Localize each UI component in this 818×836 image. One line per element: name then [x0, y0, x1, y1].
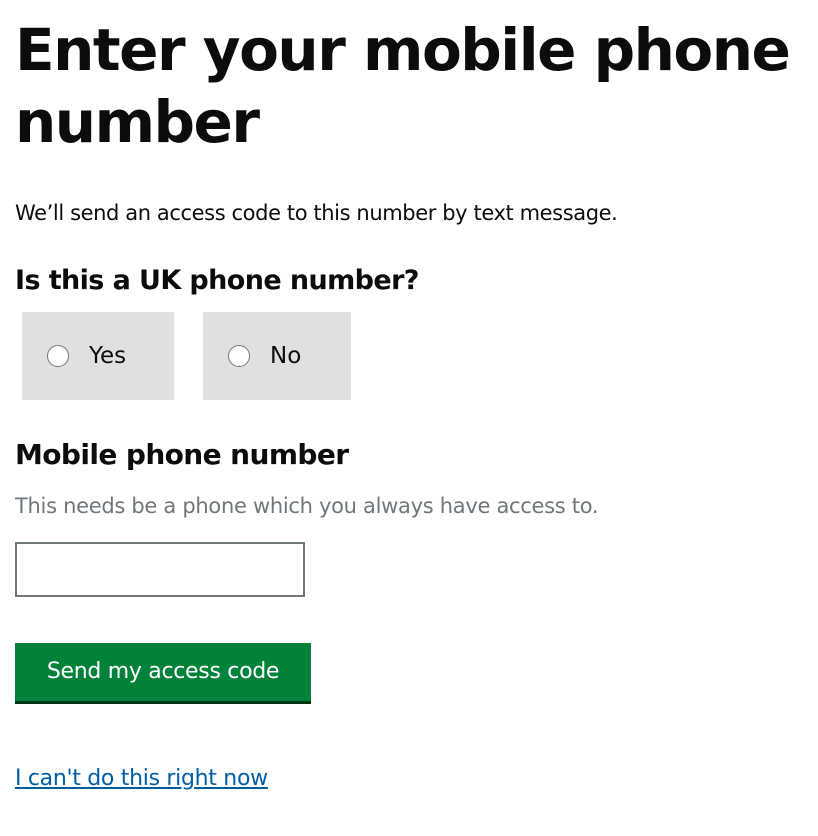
cant-do-this-now-link[interactable]: I can't do this right now: [15, 763, 268, 795]
uk-number-question: Is this a UK phone number?: [15, 265, 419, 296]
radio-option-no[interactable]: No: [203, 312, 351, 400]
radio-yes-circle[interactable]: [47, 345, 69, 367]
phone-number-hint: This needs be a phone which you always h…: [15, 494, 599, 518]
send-access-code-button[interactable]: Send my access code: [15, 643, 311, 701]
radio-yes-label: Yes: [89, 343, 127, 369]
radio-no-label: No: [270, 343, 302, 369]
phone-number-label: Mobile phone number: [15, 438, 349, 471]
intro-text: We’ll send an access code to this number…: [15, 201, 618, 225]
radio-option-yes[interactable]: Yes: [22, 312, 174, 400]
radio-no-circle[interactable]: [228, 345, 250, 367]
phone-number-input[interactable]: [15, 542, 305, 597]
page-title: Enter your mobile phone number: [15, 16, 791, 156]
